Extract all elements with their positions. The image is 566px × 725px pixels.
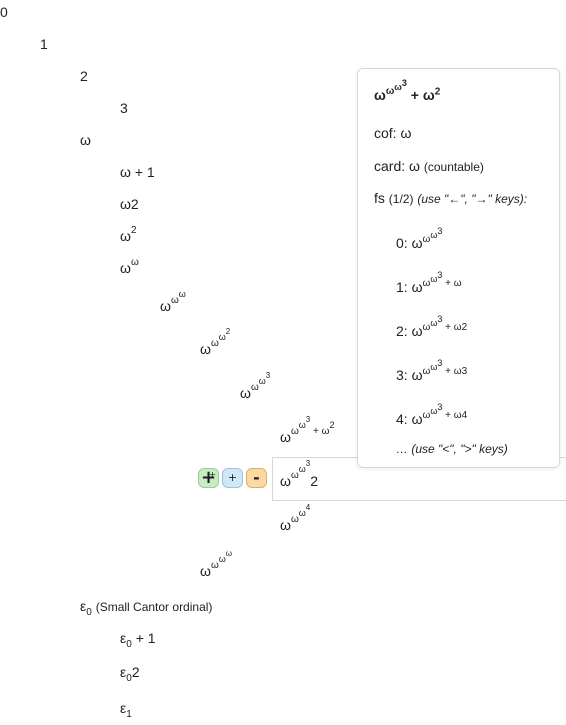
tree-row-omega-omega[interactable]: ωω <box>120 258 139 278</box>
ordinal-subscript: 0 <box>86 606 92 618</box>
ordinal-base: ω <box>120 228 131 244</box>
ordinal-base: ω <box>120 260 131 276</box>
ordinal-exponent: ω <box>178 289 186 300</box>
ordinal-label: 1 <box>40 36 48 52</box>
popup-fundamental-sequence-header: fs (1/2) (use "←", "→" keys): <box>374 190 528 206</box>
ordinal-base: ω <box>280 516 291 533</box>
ordinal-exponent: 3 <box>305 415 311 424</box>
ordinal-label: 0 <box>0 4 8 20</box>
ordinal-label: ω <box>80 132 91 148</box>
fs-item-0: 0: ωωω3 <box>396 226 443 251</box>
tree-row-omega-tower-3[interactable]: ωωω3 <box>240 372 270 403</box>
ordinal-label: 3 <box>120 100 128 116</box>
ordinal-exponent: ω <box>210 338 219 350</box>
fs-item-3: 3: ωωω3 + ω3 <box>396 358 468 383</box>
ordinal-base: ω <box>200 340 211 357</box>
fs-item-4: 4: ωωω3 + ω4 <box>396 402 468 427</box>
tree-row-omega-squared[interactable]: ω2 <box>120 226 137 246</box>
ordinal-exponent: ω <box>225 549 233 558</box>
ordinal-label: 2 <box>80 68 88 84</box>
ordinal-tail: 2 <box>310 472 319 489</box>
tree-row-omega-tower-omega[interactable]: ωωωω <box>200 550 232 581</box>
ordinal-exponent: 2 <box>329 420 335 430</box>
popup-cardinality: card: ω (countable) <box>374 158 484 174</box>
ordinal-exponent: ω <box>210 560 219 572</box>
ordinal-exponent: ω <box>290 514 299 526</box>
ordinal-exponent: ω <box>218 332 226 342</box>
ordinal-exponent: ω <box>298 508 306 518</box>
expand-button[interactable]: + <box>222 468 243 488</box>
tree-row-omega-tower-3-plus-omega-2[interactable]: ωωω3 + ω2 <box>280 416 334 447</box>
tree-row-omega[interactable]: ω <box>80 130 91 150</box>
ordinal-info-popup: ωωω3 + ω2 cof: ω card: ω (countable) fs … <box>357 68 560 468</box>
popup-cofinality: cof: ω <box>374 125 412 141</box>
plus-icon: + <box>209 470 216 479</box>
tree-row-1[interactable]: 1 <box>40 34 48 54</box>
popup-more-hint: … (use "<", ">" keys) <box>396 442 508 456</box>
ordinal-exponent: ω <box>290 426 299 438</box>
ordinal-exponent: 3 <box>265 371 271 380</box>
tree-row-epsilon-0-plus-1[interactable]: ε0 + 1 <box>120 628 156 649</box>
ordinal-exponent: ω <box>130 257 139 269</box>
tree-row-omega-2[interactable]: ω2 <box>120 194 139 214</box>
tree-row-epsilon-1[interactable]: ε1 <box>120 698 132 720</box>
tree-row-selected[interactable]: ωωω32 <box>280 460 319 491</box>
ordinal-exponent: ω <box>298 420 306 430</box>
ordinal-exponent: 2 <box>130 225 137 237</box>
plus-icon: + <box>227 471 238 484</box>
ordinal-base: ω <box>240 384 251 401</box>
ordinal-tail: + 1 <box>131 630 156 646</box>
ordinal-base: ω <box>160 298 171 314</box>
ordinal-exponent: 2 <box>225 327 231 336</box>
tree-row-omega-plus-1[interactable]: ω + 1 <box>120 162 155 182</box>
ordinal-base: ω <box>280 472 291 489</box>
ordinal-base: ω <box>200 562 211 579</box>
tree-row-epsilon-0[interactable]: ε0 (Small Cantor ordinal) <box>80 596 212 617</box>
tree-row-omega-tower[interactable]: ωωω <box>160 290 186 316</box>
fs-item-2: 2: ωωω3 + ω2 <box>396 314 468 339</box>
fs-item-1: 1: ωωω3 + ω <box>396 270 462 295</box>
ordinal-subscript: 1 <box>126 708 132 720</box>
ordinal-exponent: ω <box>258 376 266 386</box>
ordinal-tail: + ω <box>310 426 330 438</box>
tree-row-2[interactable]: 2 <box>80 66 88 86</box>
tree-row-3[interactable]: 3 <box>120 98 128 118</box>
ordinal-exponent: 4 <box>305 503 311 512</box>
expand-all-button[interactable]: + + <box>198 468 219 488</box>
ordinal-exponent: ω <box>290 470 299 482</box>
tree-row-omega-tower-2[interactable]: ωωω2 <box>200 328 230 359</box>
ordinal-base: ω <box>280 428 291 445</box>
ordinal-exponent: ω <box>298 464 306 474</box>
tree-row-epsilon-0-2[interactable]: ε02 <box>120 662 140 683</box>
popup-title: ωωω3 + ω2 <box>374 78 441 103</box>
ordinal-exponent: 3 <box>305 459 311 468</box>
tree-row-omega-tower-4[interactable]: ωωω4 <box>280 504 310 535</box>
ordinal-label: ω2 <box>120 196 139 212</box>
collapse-button[interactable]: - <box>246 468 267 488</box>
ordinal-exponent: ω <box>170 295 179 307</box>
ordinal-label: ω + 1 <box>120 164 155 180</box>
ordinal-exponent: ω <box>250 382 259 394</box>
minus-icon: - <box>253 468 260 487</box>
tree-row-0[interactable]: 0 <box>0 2 8 22</box>
ordinal-note: (Small Cantor ordinal) <box>95 600 213 614</box>
ordinal-tail: 2 <box>131 664 140 680</box>
ordinal-exponent: ω <box>218 554 226 564</box>
